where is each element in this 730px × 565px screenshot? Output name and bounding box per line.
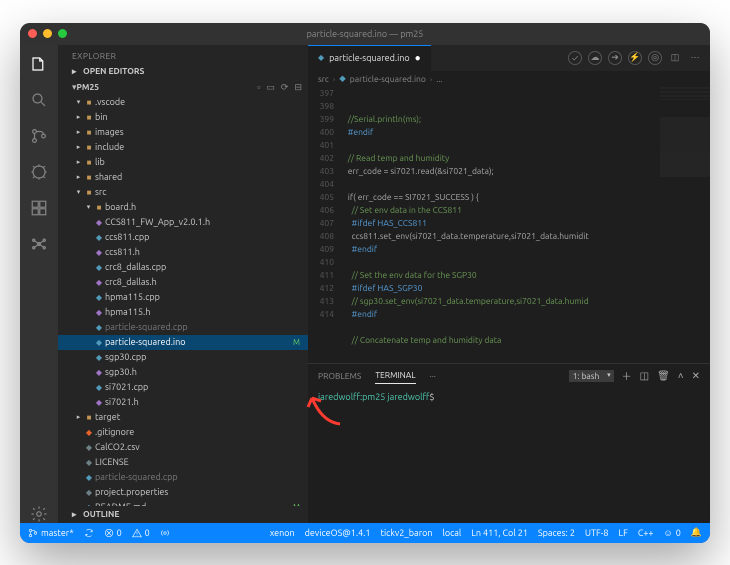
file-tree: ▾■.vscode▸■bin▸■images▸■include▸■lib▸■sh… — [58, 95, 308, 506]
tree-file[interactable]: ◆crc8_dallas.cpp — [58, 260, 308, 275]
window-title: particle-squared.ino — pm25 — [20, 29, 710, 39]
dirty-indicator-icon: ● — [415, 52, 421, 64]
collapse-icon[interactable]: ⊟ — [294, 82, 302, 93]
outline-section[interactable]: ▸OUTLINE — [58, 506, 308, 523]
new-file-icon[interactable]: ▫ — [257, 82, 260, 93]
breadcrumb[interactable]: src› ◆ particle-squared.ino› ... — [308, 71, 710, 87]
tree-folder[interactable]: ▸■lib — [58, 155, 308, 170]
tree-file[interactable]: ◆CCS811_FW_App_v2.0.1.h — [58, 215, 308, 230]
tree-file[interactable]: ◆ccs811.cpp — [58, 230, 308, 245]
tree-file[interactable]: ◆sgp30.h — [58, 365, 308, 380]
settings-icon[interactable] — [30, 505, 48, 523]
verify-icon[interactable]: ✓ — [568, 51, 582, 65]
tree-file[interactable]: ◆sgp30.cpp — [58, 350, 308, 365]
tree-folder[interactable]: ▸■target — [58, 410, 308, 425]
status-indent[interactable]: Spaces: 2 — [538, 528, 575, 538]
window-titlebar: particle-squared.ino — pm25 — [20, 23, 710, 45]
editor-actions: ✓ ☁ ➜ ⚡ ◎ ◫ ⋯ — [560, 45, 710, 71]
tree-folder[interactable]: ▾■src — [58, 185, 308, 200]
more-actions-icon[interactable]: ⋯ — [688, 51, 702, 65]
view-icon[interactable]: ◎ — [648, 51, 662, 65]
status-feedback[interactable]: ☺ 0 — [664, 528, 681, 538]
editor-tab-active[interactable]: ◆ particle-squared.ino ● — [308, 45, 432, 71]
terminal-body[interactable]: jaredwolff:pm25 jaredwolff$ — [308, 388, 710, 523]
status-sync[interactable] — [84, 528, 94, 538]
panel-tabs: PROBLEMS TERMINAL ··· 1: bash ＋ ◫ 🗑 ˄ ✕ — [308, 364, 710, 388]
extensions-icon[interactable] — [30, 199, 48, 217]
tree-file[interactable]: ◆project.properties — [58, 485, 308, 500]
status-errors[interactable]: 0 — [104, 528, 122, 538]
panel-tab-terminal[interactable]: TERMINAL — [375, 367, 415, 384]
open-editors-section[interactable]: ▸OPEN EDITORS — [58, 63, 308, 80]
activity-bar — [20, 45, 58, 523]
status-warnings[interactable]: 0 — [132, 528, 150, 538]
tree-file[interactable]: ◆LICENSE — [58, 455, 308, 470]
split-editor-icon[interactable]: ◫ — [668, 51, 682, 65]
status-deviceos[interactable]: deviceOS@1.4.1 — [305, 528, 371, 538]
terminal-new-icon[interactable]: ＋ — [622, 368, 632, 383]
terminal-maximize-icon[interactable]: ˄ — [678, 370, 684, 382]
cloud-flash-icon[interactable]: ☁ — [588, 51, 602, 65]
tree-folder[interactable]: ▸■images — [58, 125, 308, 140]
status-platform[interactable]: xenon — [270, 528, 295, 538]
files-icon[interactable] — [30, 55, 48, 73]
terminal-shell-select[interactable]: 1: bash — [569, 370, 614, 382]
terminal-panel: PROBLEMS TERMINAL ··· 1: bash ＋ ◫ 🗑 ˄ ✕ — [308, 363, 710, 523]
status-lang[interactable]: C++ — [638, 528, 654, 538]
tree-file[interactable]: ◆ccs811.h — [58, 245, 308, 260]
status-cursor[interactable]: Ln 411, Col 21 — [471, 528, 528, 538]
status-target[interactable]: local — [443, 528, 462, 538]
tree-file[interactable]: ◆CalCO2.csv — [58, 440, 308, 455]
editor-tab-label: particle-squared.ino — [329, 53, 410, 63]
tree-folder[interactable]: ▸■shared — [58, 170, 308, 185]
tree-file[interactable]: ◆particle-squared.cpp — [58, 470, 308, 485]
window-close[interactable] — [28, 29, 37, 38]
status-ports[interactable] — [160, 528, 170, 538]
terminal-split-icon[interactable]: ◫ — [640, 370, 649, 382]
tree-folder[interactable]: ▸■bin — [58, 110, 308, 125]
flash-icon[interactable]: ⚡ — [628, 51, 642, 65]
status-branch[interactable]: master* — [28, 528, 74, 538]
particle-icon[interactable] — [30, 235, 48, 253]
workspace-name: PM25 — [77, 82, 258, 92]
explorer-sidebar: EXPLORER ▸OPEN EDITORS ▾ PM25 ▫ ▭ ⟳ ⊟ ▾■… — [58, 45, 308, 523]
window-zoom[interactable] — [58, 29, 67, 38]
tree-file[interactable]: ◆particle-squared.cpp — [58, 320, 308, 335]
tree-file[interactable]: ◆crc8_dallas.h — [58, 275, 308, 290]
debug-icon[interactable] — [30, 163, 48, 181]
status-bell-icon[interactable]: 🔔 — [691, 527, 702, 538]
tree-file[interactable]: ◆si7021.cpp — [58, 380, 308, 395]
status-device[interactable]: tickv2_baron — [380, 528, 432, 538]
status-encoding[interactable]: UTF-8 — [585, 528, 609, 538]
explorer-title: EXPLORER — [58, 45, 308, 63]
tree-file[interactable]: ◆particle-squared.inoM — [58, 335, 308, 350]
panel-tab-problems[interactable]: PROBLEMS — [318, 368, 361, 384]
terminal-kill-icon[interactable]: 🗑 — [657, 370, 670, 382]
search-icon[interactable] — [30, 91, 48, 109]
new-folder-icon[interactable]: ▭ — [266, 82, 275, 93]
tree-folder[interactable]: ▸■include — [58, 140, 308, 155]
editor-tabs: ◆ particle-squared.ino ● ✓ ☁ ➜ ⚡ ◎ ◫ ⋯ — [308, 45, 710, 71]
source-control-icon[interactable] — [30, 127, 48, 145]
tree-folder[interactable]: ▾■.vscode — [58, 95, 308, 110]
upload-icon[interactable]: ➜ — [608, 51, 622, 65]
panel-tab-more[interactable]: ··· — [430, 368, 436, 384]
window-minimize[interactable] — [43, 29, 52, 38]
tree-file[interactable]: ◆hpma115.cpp — [58, 290, 308, 305]
code-editor[interactable]: 3973983994004014024034044054064074084094… — [308, 87, 710, 363]
editor-group: ◆ particle-squared.ino ● ✓ ☁ ➜ ⚡ ◎ ◫ ⋯ s… — [308, 45, 710, 523]
minimap[interactable] — [660, 87, 710, 100]
file-icon: ◆ — [318, 53, 324, 62]
tree-file[interactable]: ◆si7021.h — [58, 395, 308, 410]
refresh-icon[interactable]: ⟳ — [281, 82, 289, 93]
status-eol[interactable]: LF — [619, 528, 628, 538]
workspace-header[interactable]: ▾ PM25 ▫ ▭ ⟳ ⊟ — [58, 80, 308, 95]
code-content[interactable]: //Serial.println(ms); #endif // Read tem… — [340, 87, 710, 363]
terminal-close-icon[interactable]: ✕ — [692, 370, 700, 382]
status-bar: master* 0 0 xenon deviceOS@1.4.1 tickv2_… — [20, 523, 710, 543]
line-gutter: 3973983994004014024034044054064074084094… — [308, 87, 340, 363]
tree-file[interactable]: ◆hpma115.h — [58, 305, 308, 320]
tree-folder[interactable]: ▾■board.h — [58, 200, 308, 215]
tree-file[interactable]: ◆.gitignore — [58, 425, 308, 440]
